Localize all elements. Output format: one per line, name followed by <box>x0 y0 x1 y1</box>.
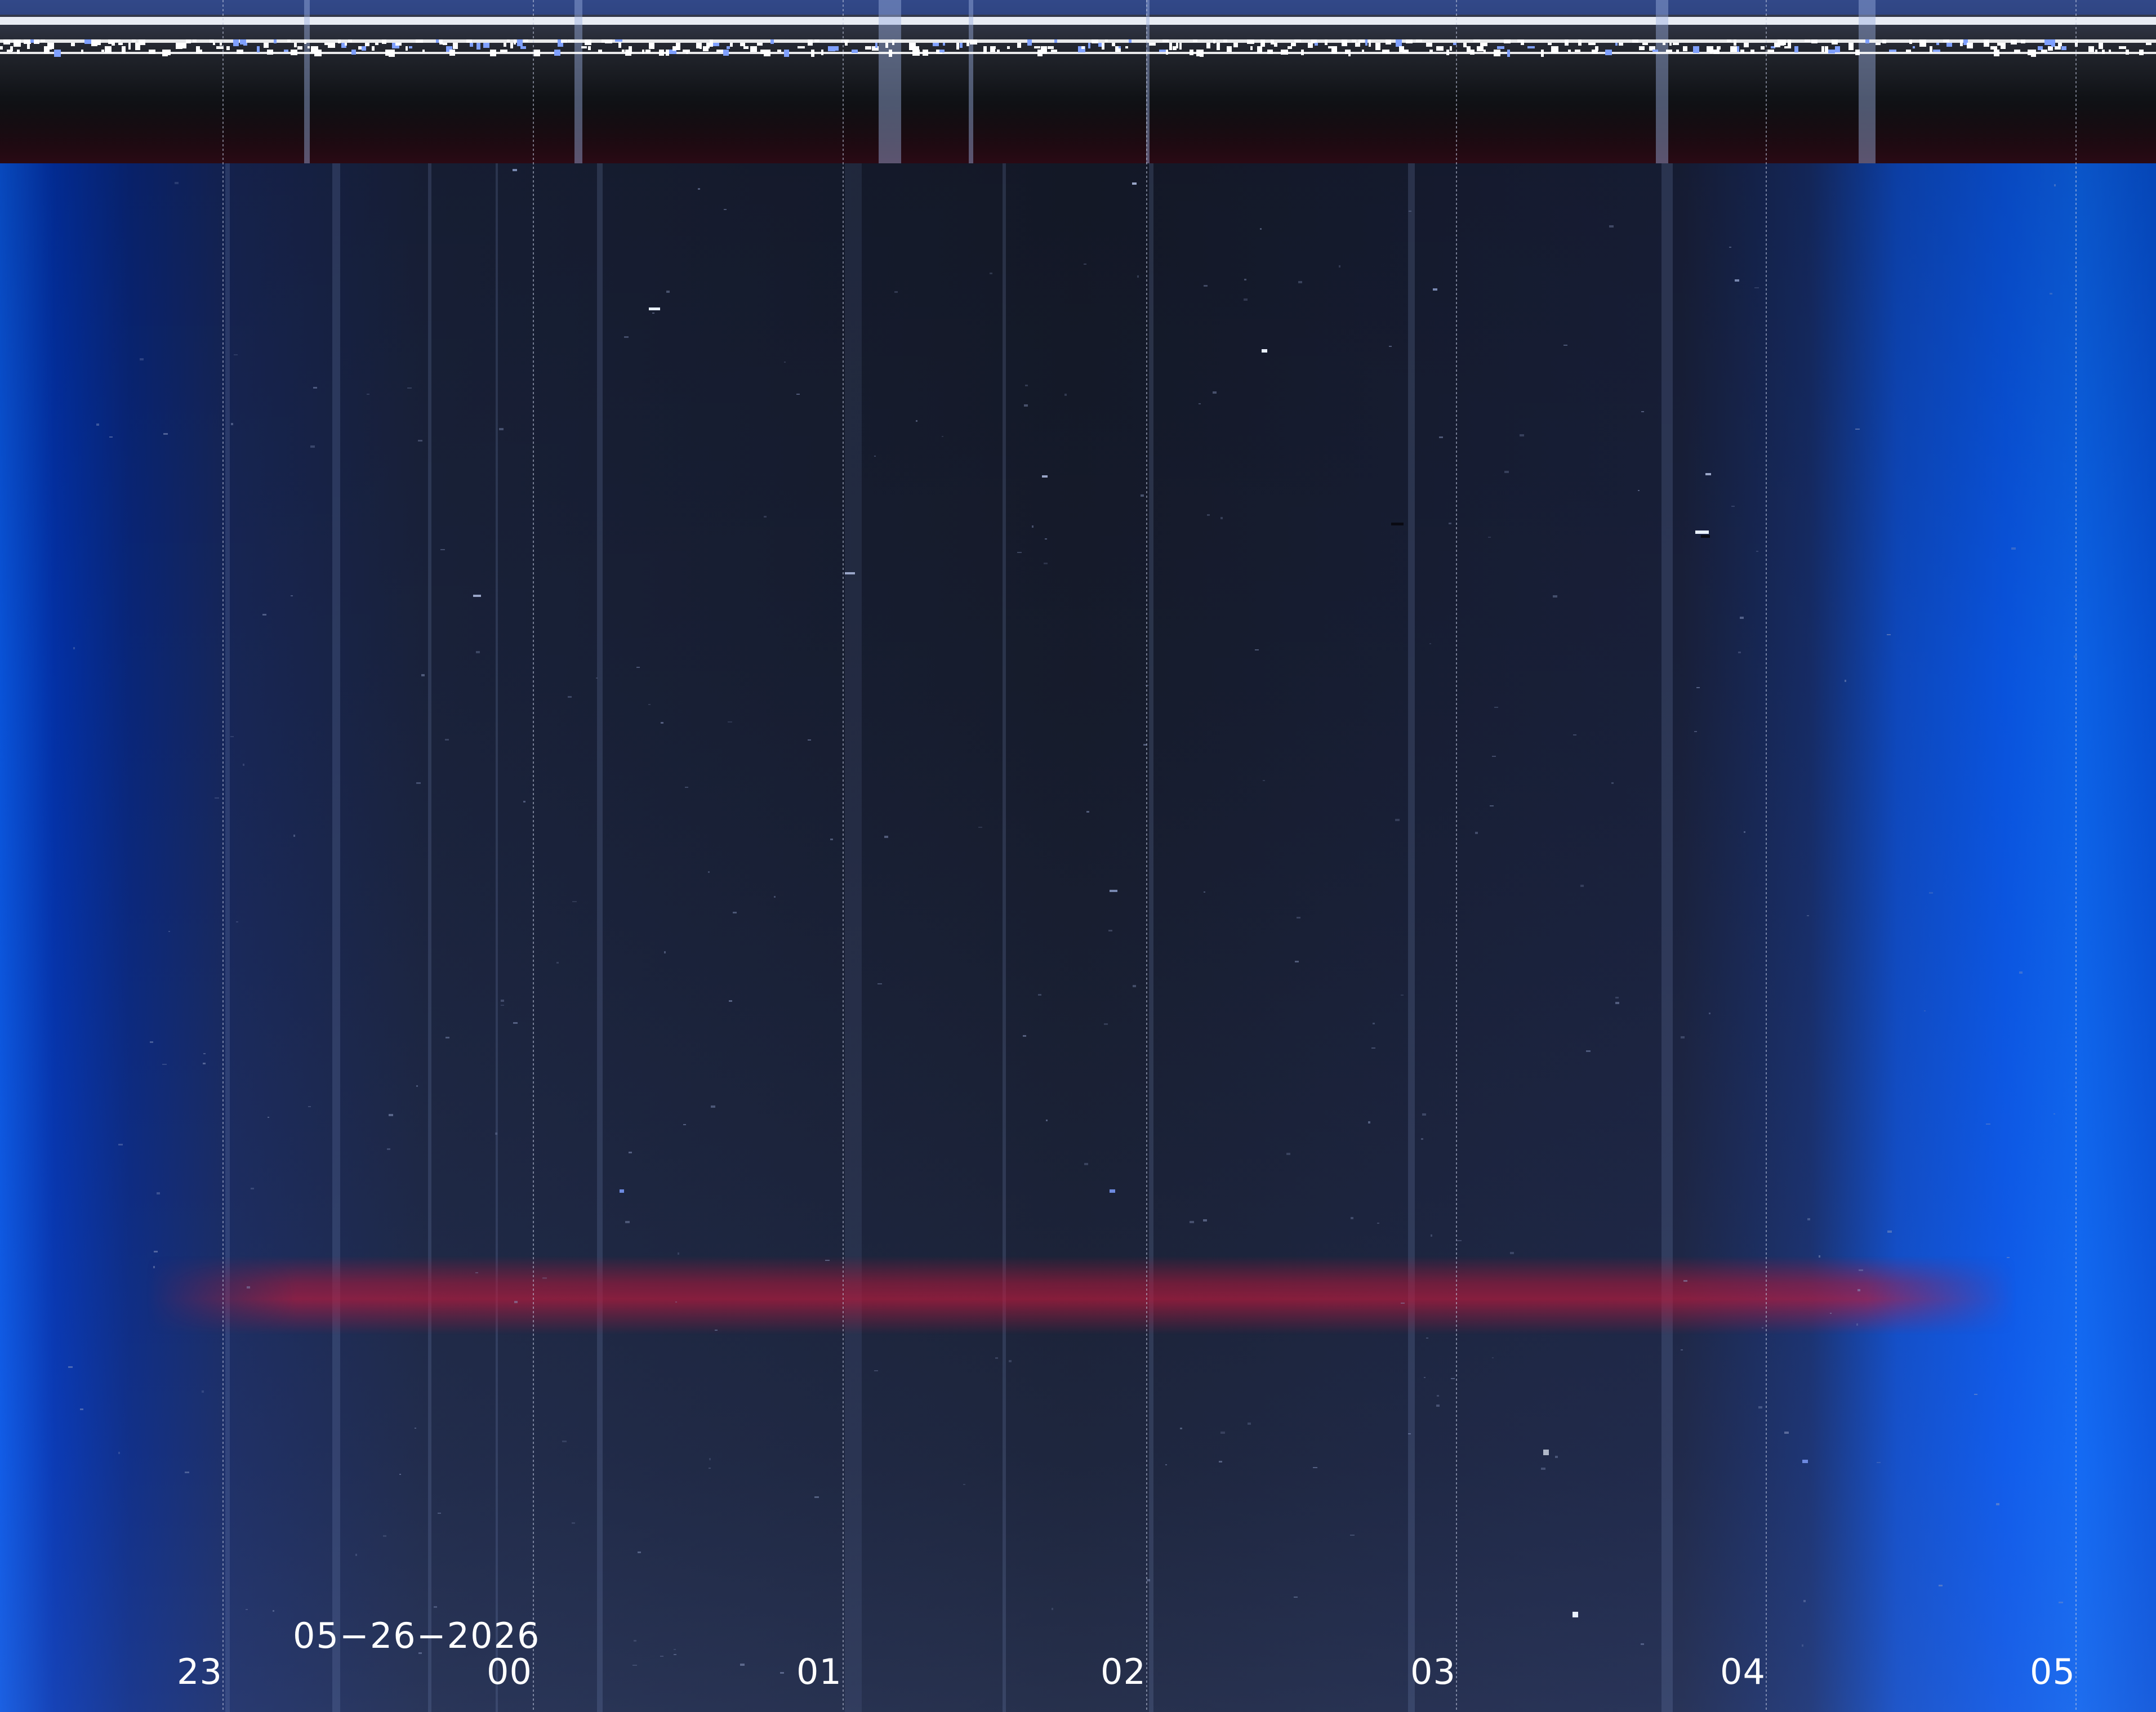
hour-label-00: 00 <box>487 1651 532 1692</box>
hour-label-23: 23 <box>177 1651 222 1692</box>
hour-label-02: 02 <box>1101 1651 1146 1692</box>
hour-label-03: 03 <box>1410 1651 1456 1692</box>
hour-label-04: 04 <box>1720 1651 1766 1692</box>
hour-label-05: 05 <box>2030 1651 2075 1692</box>
date-label: 05−26−2026 <box>293 1615 541 1656</box>
hour-label-01: 01 <box>796 1651 842 1692</box>
keogram-image: 05−26−2026 23 00 01 02 03 04 05 <box>0 0 2156 1712</box>
keogram-canvas <box>0 0 2156 1712</box>
